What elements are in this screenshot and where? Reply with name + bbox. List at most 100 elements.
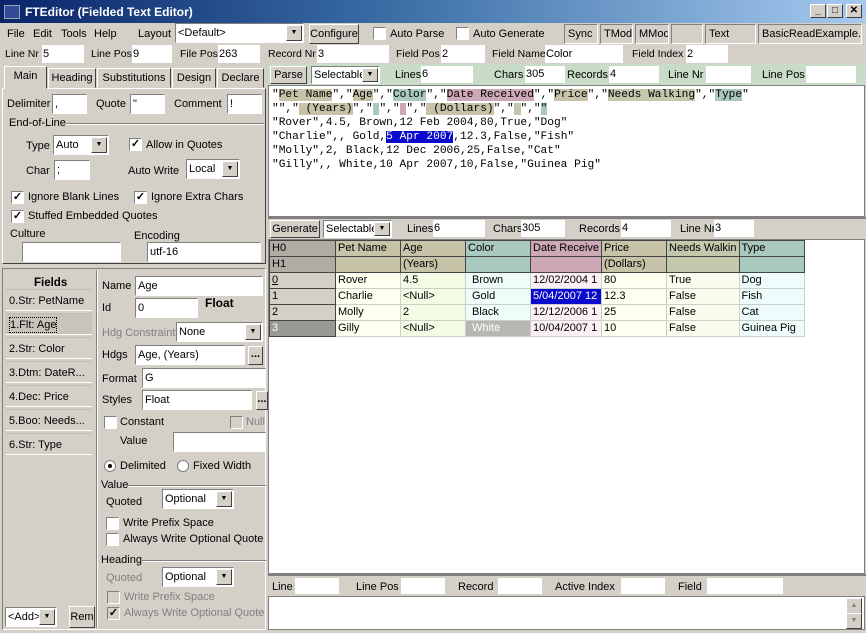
always-quote-checkbox[interactable] <box>106 533 119 546</box>
styles-input[interactable]: Float <box>142 390 252 410</box>
menu-file[interactable]: File <box>7 27 25 41</box>
eol-char-input[interactable]: ; <box>54 160 90 180</box>
eol-type-dropdown[interactable]: Auto ▼ <box>53 135 109 155</box>
remove-field-button[interactable]: Rem <box>69 606 95 628</box>
grid-column-header[interactable]: (Years) <box>400 256 466 273</box>
layout-dropdown[interactable]: <Default> ▼ <box>175 23 304 43</box>
chevron-down-icon[interactable]: ▼ <box>362 68 378 82</box>
delimiter-input[interactable]: , <box>52 94 87 114</box>
constant-checkbox[interactable] <box>104 416 117 429</box>
quoted-dropdown[interactable]: Optional ▼ <box>162 489 234 509</box>
grid-cell[interactable]: 12/02/2004 1 <box>529 272 603 289</box>
grid-cell[interactable]: Guinea Pig <box>738 320 805 337</box>
encoding-input[interactable]: utf-16 <box>147 242 261 262</box>
field-id-input[interactable]: 0 <box>135 298 198 318</box>
grid-cell[interactable]: <Null> <box>400 288 466 305</box>
grid-cell[interactable]: False <box>666 304 740 321</box>
grid-cell[interactable]: Black <box>465 304 531 321</box>
grid-row-header[interactable]: 1 <box>269 288 336 305</box>
field-list-item[interactable]: 4.Dec: Price <box>6 385 92 407</box>
grid-row-header[interactable]: H1 <box>269 256 336 273</box>
tab-substitutions[interactable]: Substitutions <box>97 68 171 88</box>
chevron-down-icon[interactable]: ▼ <box>216 491 232 507</box>
styles-ellipsis-button[interactable]: ... <box>256 391 268 410</box>
ignore-blank-lines-checkbox[interactable]: ✓ <box>11 191 24 204</box>
heading-always-quote-checkbox[interactable]: ✓ <box>107 607 120 620</box>
grid-cell[interactable]: Gilly <box>335 320 401 337</box>
chevron-down-icon[interactable]: ▼ <box>245 324 261 340</box>
tab-declare[interactable]: Declare <box>217 68 264 88</box>
grid-column-header[interactable]: Age <box>400 240 466 257</box>
splitter-bottom[interactable] <box>268 574 866 577</box>
grid-mode-dropdown[interactable]: Selectable ▼ <box>323 220 392 238</box>
grid-row[interactable]: 2 Molly 2 Black 12/12/2006 1 25 False Cat <box>269 304 805 321</box>
grid-column-header[interactable]: Pet Name <box>335 240 401 257</box>
tab-heading[interactable]: Heading <box>48 68 96 88</box>
data-grid[interactable]: H0 Pet Name Age Color Date Receive Price Needs… <box>269 240 805 337</box>
chevron-down-icon[interactable]: ▼ <box>286 25 302 41</box>
grid-cell[interactable]: Gold <box>465 288 531 305</box>
grid-row-header[interactable]: 3 <box>269 320 336 337</box>
field-list-item[interactable]: 1.Flt: Age <box>6 313 92 335</box>
grid-cell[interactable]: 2 <box>400 304 466 321</box>
hdg-constraint-dropdown[interactable]: None ▼ <box>176 322 263 342</box>
field-list-item[interactable]: 3.Dtm: DateR... <box>6 361 92 383</box>
field-list-item[interactable]: 0.Str: PetName <box>6 289 92 311</box>
grid-cell[interactable]: Cat <box>738 304 805 321</box>
scroll-down-icon[interactable]: ▼ <box>846 613 862 629</box>
grid-cell[interactable]: Rover <box>335 272 401 289</box>
grid-column-header[interactable] <box>666 256 740 273</box>
add-field-dropdown[interactable]: <Add> ▼ <box>5 607 57 627</box>
comment-input[interactable]: ! <box>227 94 262 114</box>
grid-row[interactable]: 3 Gilly <Null> White 10/04/2007 1 10 False Guin… <box>269 320 805 337</box>
grid-cell[interactable]: Brown <box>465 272 531 289</box>
grid-column-header[interactable]: Color <box>465 240 531 257</box>
grid-cell[interactable]: Charlie <box>335 288 401 305</box>
grid-column-header[interactable] <box>335 256 401 273</box>
field-name-input[interactable]: Age <box>135 276 263 296</box>
field-list-item[interactable]: 2.Str: Color <box>6 337 92 359</box>
grid-cell[interactable]: 12/12/2006 1 <box>529 304 603 321</box>
grid-cell[interactable]: 12.3 <box>601 288 668 305</box>
field-list-item[interactable]: 5.Boo: Needs... <box>6 409 92 431</box>
grid-row-header[interactable]: 2 <box>269 304 336 321</box>
write-prefix-checkbox[interactable] <box>106 517 119 530</box>
format-input[interactable]: G <box>142 368 266 388</box>
chevron-down-icon[interactable]: ▼ <box>216 569 232 585</box>
parse-button[interactable]: Parse <box>270 66 307 84</box>
grid-cell[interactable]: 4.5 <box>400 272 466 289</box>
grid-row[interactable]: 1 Charlie <Null> Gold 5/04/2007 12 12.3 False F… <box>269 288 805 305</box>
grid-cell[interactable]: 10 <box>601 320 668 337</box>
grid-cell[interactable]: Dog <box>738 272 805 289</box>
menu-help[interactable]: Help <box>94 27 117 41</box>
grid-cell[interactable]: White <box>465 320 531 337</box>
grid-column-header[interactable]: Date Receive <box>529 240 603 257</box>
chevron-down-icon[interactable]: ▼ <box>374 222 390 236</box>
tab-main[interactable]: Main <box>4 66 47 89</box>
auto-parse-checkbox[interactable] <box>373 27 386 40</box>
chevron-down-icon[interactable]: ▼ <box>91 137 107 153</box>
splitter[interactable] <box>96 270 98 628</box>
grid-cell[interactable]: False <box>666 320 740 337</box>
heading-write-prefix-checkbox[interactable] <box>107 591 120 604</box>
menu-edit[interactable]: Edit <box>33 27 52 41</box>
grid-cell[interactable]: 10/04/2007 1 <box>529 320 603 337</box>
tab-design[interactable]: Design <box>172 68 216 88</box>
hdgs-ellipsis-button[interactable]: ... <box>248 346 263 365</box>
grid-cell[interactable]: True <box>666 272 740 289</box>
grid-column-header[interactable] <box>738 256 805 273</box>
heading-quoted-dropdown[interactable]: Optional ▼ <box>162 567 234 587</box>
grid-column-header[interactable] <box>465 256 531 273</box>
grid-cell[interactable]: 25 <box>601 304 668 321</box>
grid-cell[interactable]: False <box>666 288 740 305</box>
chevron-down-icon[interactable]: ▼ <box>222 161 238 177</box>
scroll-up-icon[interactable]: ▲ <box>846 598 862 614</box>
message-log[interactable] <box>268 596 865 630</box>
grid-column-header[interactable]: Price <box>601 240 668 257</box>
grid-cell[interactable]: 80 <box>601 272 668 289</box>
null-checkbox[interactable] <box>230 416 243 429</box>
constant-value-input[interactable] <box>173 432 266 452</box>
auto-generate-checkbox[interactable] <box>456 27 469 40</box>
menu-tools[interactable]: Tools <box>61 27 87 41</box>
allow-in-quotes-checkbox[interactable]: ✓ <box>129 138 142 151</box>
